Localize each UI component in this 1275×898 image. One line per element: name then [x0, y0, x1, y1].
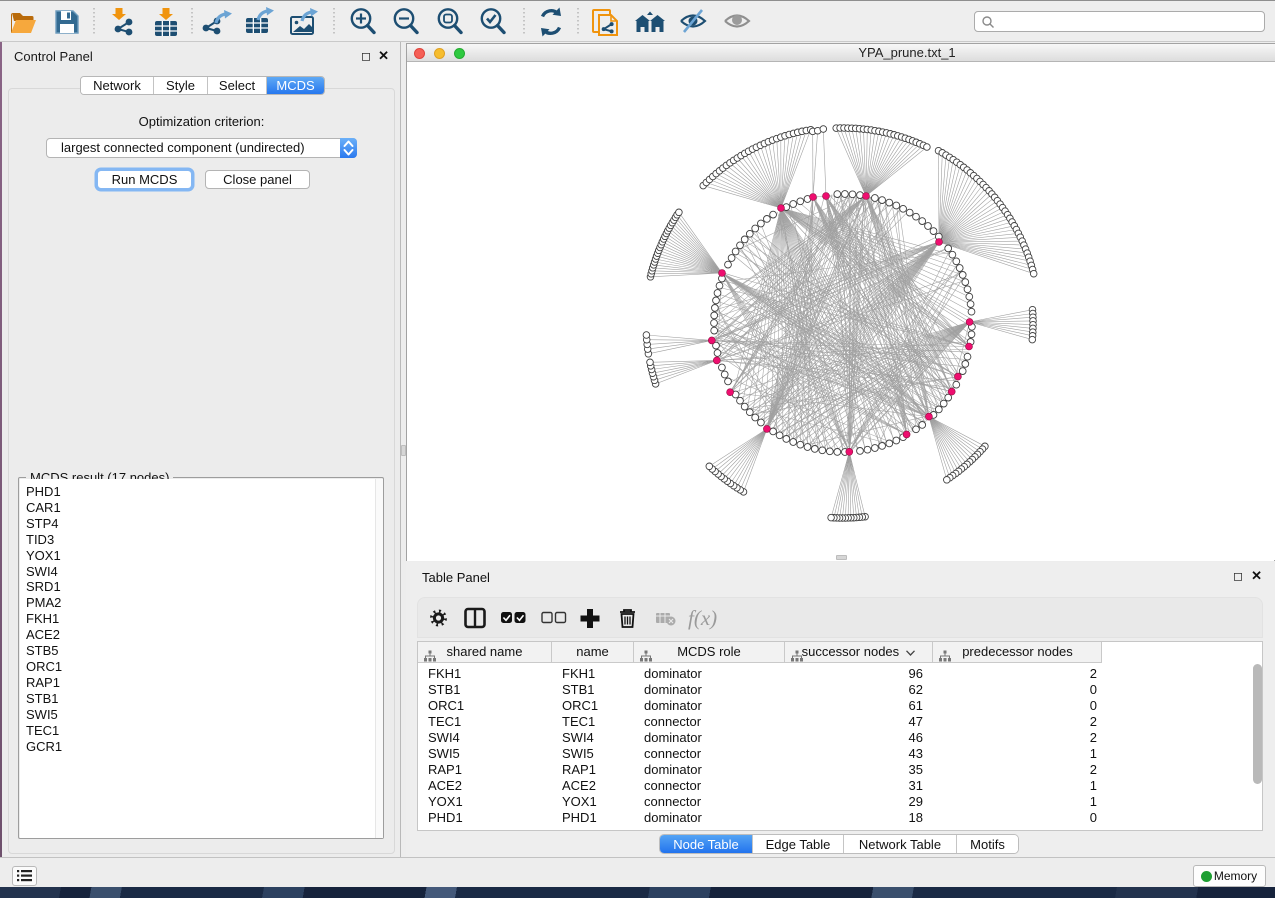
svg-text:f(x): f(x) [688, 606, 717, 630]
